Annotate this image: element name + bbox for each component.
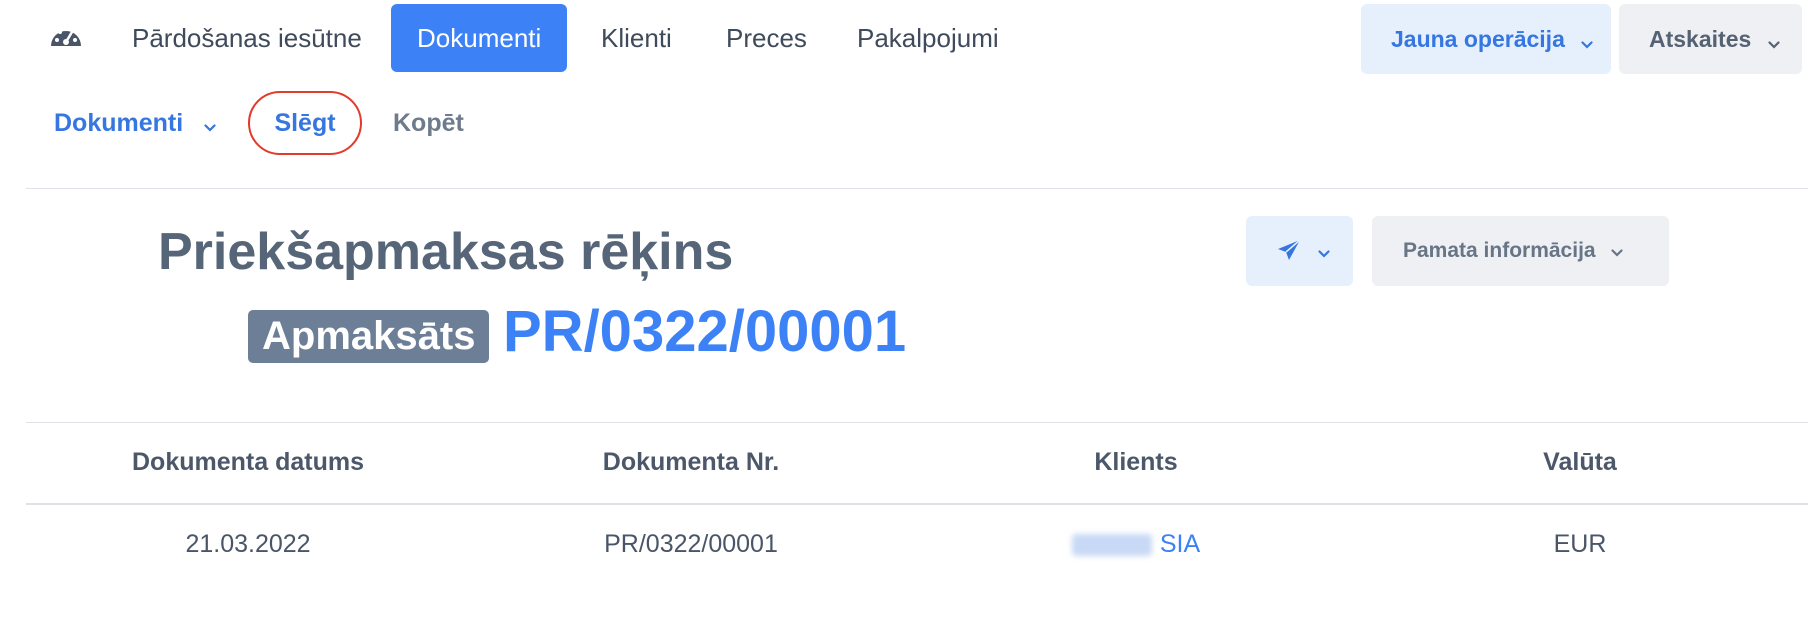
close-button[interactable]: Slēgt bbox=[248, 91, 362, 155]
basic-info-label: Pamata informācija bbox=[1403, 239, 1596, 262]
page-title: Priekšapmaksas rēķins bbox=[158, 223, 734, 281]
document-number: PR/0322/00001 bbox=[503, 299, 907, 364]
chevron-down-icon bbox=[1318, 245, 1330, 263]
divider bbox=[26, 422, 1808, 423]
nav-item-documents[interactable]: Dokumenti bbox=[391, 4, 568, 72]
sub-navigation: Dokumenti Slēgt Kopēt bbox=[0, 88, 1808, 158]
table-header-divider bbox=[26, 503, 1808, 505]
send-button[interactable] bbox=[1246, 216, 1353, 286]
documents-dropdown[interactable]: Dokumenti bbox=[54, 88, 216, 158]
chevron-down-icon bbox=[1581, 6, 1593, 76]
basic-info-button[interactable]: Pamata informācija bbox=[1372, 216, 1669, 286]
new-operation-button[interactable]: Jauna operācija bbox=[1361, 4, 1611, 74]
chevron-down-icon bbox=[1768, 6, 1780, 76]
cell-number: PR/0322/00001 bbox=[604, 530, 778, 558]
nav-item-services[interactable]: Pakalpojumi bbox=[857, 4, 999, 72]
status-badge: Apmaksāts bbox=[248, 310, 490, 363]
column-header-client: Klients bbox=[1094, 448, 1178, 476]
documents-dropdown-label: Dokumenti bbox=[54, 109, 184, 137]
column-header-currency: Valūta bbox=[1543, 448, 1617, 476]
column-header-date: Dokumenta datums bbox=[132, 448, 364, 476]
nav-item-products[interactable]: Preces bbox=[726, 4, 807, 72]
top-navigation: Pārdošanas iesūtne Dokumenti Klienti Pre… bbox=[0, 0, 1808, 84]
speedometer-icon[interactable] bbox=[48, 20, 84, 56]
cell-currency: EUR bbox=[1553, 530, 1607, 558]
nav-item-clients[interactable]: Klienti bbox=[601, 4, 672, 72]
copy-button[interactable]: Kopēt bbox=[393, 88, 464, 158]
redacted-client-name bbox=[1071, 534, 1152, 557]
new-operation-label: Jauna operācija bbox=[1391, 26, 1565, 52]
nav-item-sales-inbox[interactable]: Pārdošanas iesūtne bbox=[132, 4, 362, 72]
reports-label: Atskaites bbox=[1649, 26, 1752, 52]
reports-button[interactable]: Atskaites bbox=[1619, 4, 1802, 74]
column-header-number: Dokumenta Nr. bbox=[602, 448, 780, 476]
cell-date: 21.03.2022 bbox=[185, 530, 311, 558]
paper-plane-icon bbox=[1276, 238, 1302, 269]
cell-client: SIA bbox=[986, 522, 1286, 566]
divider bbox=[26, 188, 1808, 189]
chevron-down-icon bbox=[204, 89, 216, 159]
chevron-down-icon bbox=[1611, 216, 1624, 286]
client-link[interactable]: SIA bbox=[1160, 530, 1200, 558]
